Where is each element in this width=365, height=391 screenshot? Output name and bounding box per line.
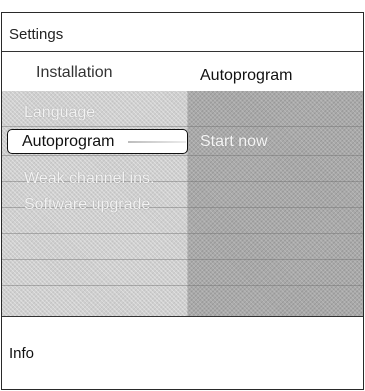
menu-panel: Language Autoprogram Weak channel ins. S… <box>2 91 363 316</box>
header-divider <box>2 51 363 52</box>
menu-item-autoprogram[interactable]: Autoprogram <box>7 129 188 154</box>
row-divider <box>2 285 363 286</box>
info-label: Info <box>9 345 35 362</box>
breadcrumb-autoprogram: Autoprogram <box>200 67 293 84</box>
row-divider <box>2 233 363 234</box>
menu-item-weak-channel[interactable]: Weak channel ins. <box>24 170 154 188</box>
menu-item-autoprogram-label: Autoprogram <box>22 133 115 150</box>
breadcrumb-installation[interactable]: Installation <box>36 64 113 82</box>
row-divider <box>2 259 363 260</box>
selection-highlight <box>128 141 186 143</box>
submenu-item-start-now[interactable]: Start now <box>200 133 268 151</box>
footer-divider <box>2 316 363 317</box>
row-divider <box>2 126 363 127</box>
submenu-panel <box>188 91 363 316</box>
menu-item-software-upgrade[interactable]: Software upgrade <box>24 196 150 214</box>
page-title: Settings <box>9 26 64 43</box>
menu-item-language[interactable]: Language <box>24 104 95 122</box>
row-divider <box>2 155 363 156</box>
